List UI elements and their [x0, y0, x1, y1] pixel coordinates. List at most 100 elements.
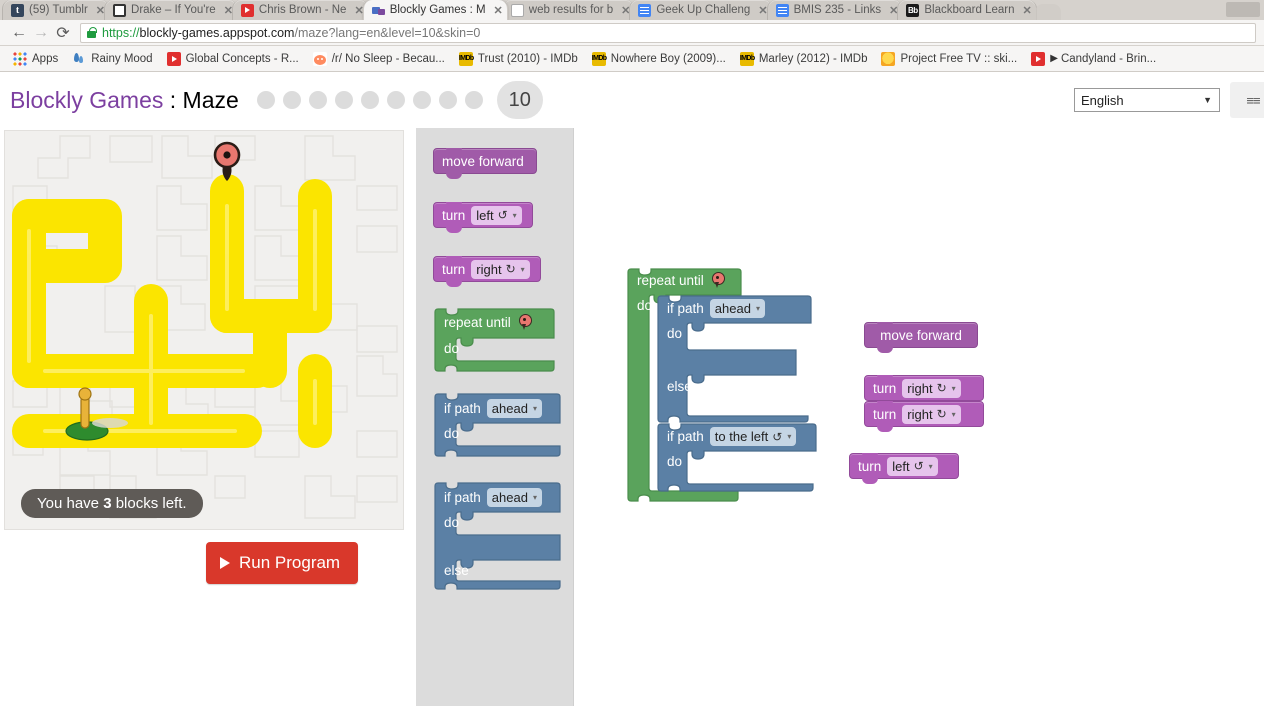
projectfreetv-icon	[881, 51, 896, 66]
bookmark-label: Project Free TV :: ski...	[900, 52, 1018, 65]
if-path-label: if path	[444, 490, 481, 505]
toolbox-block-move-forward[interactable]: move forward	[433, 148, 537, 179]
bookmark-item[interactable]: /r/ No Sleep - Becau...	[306, 51, 452, 66]
back-button[interactable]: ←	[8, 22, 30, 44]
direction-dropdown[interactable]: left ↺ ▾	[887, 456, 938, 476]
pin-icon	[711, 272, 725, 288]
reddit-icon	[312, 51, 327, 66]
condition-dropdown[interactable]: to the left ↺ ▾	[709, 427, 797, 446]
forward-button[interactable]: →	[30, 22, 52, 44]
direction-value: right	[476, 261, 502, 277]
blockly-toolbox-flyout[interactable]: move forward turn left ↺ ▾ turn right ↻ …	[416, 128, 574, 706]
workspace-block-turn-left[interactable]: turn left ↺ ▾	[849, 453, 959, 484]
condition-dropdown[interactable]: ahead ▾	[709, 299, 765, 318]
status-count: 3	[103, 495, 112, 512]
document-icon	[638, 3, 652, 17]
workspace-block-if-to-the-left[interactable]: if path to the left ↺ ▾ do	[656, 423, 821, 495]
toolbox-block-repeat-until[interactable]: repeat until do	[433, 308, 557, 376]
condition-value: ahead	[714, 301, 751, 316]
level-dot-4[interactable]	[334, 91, 353, 109]
toolbox-block-if-else[interactable]: if path ahead ▾ do else	[433, 482, 563, 590]
chevron-down-icon: ▾	[512, 210, 517, 220]
run-program-button[interactable]: Run Program	[206, 542, 359, 584]
browser-tab[interactable]: Drake – If You're ✕	[104, 0, 238, 20]
condition-dropdown[interactable]: ahead ▾	[486, 488, 542, 507]
workspace-block-turn-right-1[interactable]: turn right ↻ ▾	[864, 375, 984, 401]
tab-title: BMIS 235 - Links	[793, 4, 882, 16]
youtube-icon	[1031, 51, 1046, 66]
level-dot-3[interactable]	[308, 91, 327, 109]
blockly-workspace[interactable]: repeat until do if path ahead ▾ do else …	[574, 128, 1264, 704]
window-controls[interactable]	[1226, 2, 1260, 17]
bookmark-label: Marley (2012) - IMDb	[758, 52, 868, 65]
browser-tab-active[interactable]: Blockly Games : M ✕	[362, 0, 508, 20]
tab-title: Chris Brown - Ne	[258, 4, 347, 16]
browser-tab[interactable]: BMIS 235 - Links ✕	[766, 0, 904, 20]
bookmark-apps[interactable]: Apps	[6, 51, 65, 66]
direction-dropdown[interactable]: right ↻ ▾	[471, 259, 530, 279]
tab-title: Blockly Games : M	[389, 4, 486, 16]
level-dot-5[interactable]	[360, 91, 379, 109]
browser-tab[interactable]: Bb Blackboard Learn ✕	[897, 0, 1037, 20]
browser-tab[interactable]: web results for b ✕	[501, 0, 636, 20]
circle-icon	[113, 3, 127, 17]
browser-tab[interactable]: Geek Up Challeng ✕	[629, 0, 773, 20]
title-separator: :	[163, 86, 183, 113]
block-label: turn	[873, 380, 897, 396]
close-icon[interactable]: ✕	[1023, 4, 1032, 17]
toolbox-block-turn-right[interactable]: turn right ↻ ▾	[433, 256, 541, 287]
bookmark-item[interactable]: Rainy Mood	[65, 52, 159, 66]
rotate-cw-icon: ↻	[936, 407, 947, 421]
bookmark-label: Apps	[32, 52, 59, 65]
bookmark-item[interactable]: IMDb Marley (2012) - IMDb	[733, 51, 875, 66]
direction-dropdown[interactable]: right ↻ ▾	[902, 404, 961, 424]
workspace-block-if-else-ahead[interactable]: if path ahead ▾ do else	[656, 295, 816, 423]
direction-dropdown[interactable]: right ↻ ▾	[902, 378, 961, 398]
block-label: repeat until	[444, 314, 532, 330]
bookmark-item[interactable]: IMDb Nowhere Boy (2009)...	[585, 51, 733, 66]
block-label: if path ahead ▾	[667, 299, 765, 318]
tab-title: (59) Tumblr	[29, 4, 88, 16]
level-dot-1[interactable]	[256, 91, 275, 109]
close-icon[interactable]: ✕	[494, 4, 503, 17]
toolbox-block-turn-left[interactable]: turn left ↺ ▾	[433, 202, 533, 233]
maze-visualization: You have 3 blocks left.	[4, 130, 404, 530]
tab-title: Drake – If You're	[131, 4, 216, 16]
direction-value: right	[907, 406, 933, 422]
bookmark-item[interactable]: Global Concepts - R...	[160, 51, 306, 66]
bookmark-item[interactable]: Project Free TV :: ski...	[874, 51, 1024, 66]
do-label: do	[667, 326, 683, 341]
block-label: if path ahead ▾	[444, 488, 542, 507]
lock-icon	[87, 27, 97, 38]
workspace-block-turn-right-2[interactable]: turn right ↻ ▾	[864, 401, 984, 432]
language-select[interactable]: English ▼	[1074, 88, 1220, 112]
direction-dropdown[interactable]: left ↺ ▾	[471, 205, 522, 225]
rotate-cw-icon: ↻	[936, 381, 947, 395]
rotate-cw-icon: ↻	[505, 262, 516, 276]
level-dot-7[interactable]	[412, 91, 431, 109]
browser-tab[interactable]: t (59) Tumblr ✕	[2, 0, 111, 20]
address-bar[interactable]: https://blockly-games.appspot.com/maze?l…	[80, 22, 1256, 43]
url-host: blockly-games.appspot.com	[139, 25, 295, 40]
level-dot-6[interactable]	[386, 91, 405, 109]
workspace-block-move-forward[interactable]: move forward	[864, 322, 978, 353]
toolbox-block-if-path[interactable]: if path ahead ▾ do	[433, 393, 563, 461]
block-label: if path to the left ↺ ▾	[667, 427, 797, 446]
bookmark-item[interactable]: ▶ Candyland - Brin...	[1024, 51, 1163, 66]
condition-dropdown[interactable]: ahead ▾	[486, 399, 542, 418]
page-body: You have 3 blocks left. Run Program move…	[0, 128, 1264, 706]
youtube-icon	[240, 3, 254, 17]
title-page: Maze	[182, 86, 239, 113]
level-dot-9[interactable]	[464, 91, 483, 109]
block-label: turn	[442, 261, 466, 277]
browser-tab[interactable]: Chris Brown - Ne ✕	[231, 0, 369, 20]
reload-button[interactable]: ⟳	[52, 22, 74, 44]
rotate-ccw-icon: ↺	[772, 429, 783, 444]
direction-value: left	[476, 207, 494, 223]
level-dot-2[interactable]	[282, 91, 301, 109]
new-tab-button[interactable]	[1034, 4, 1061, 20]
chevron-down-icon: ▾	[951, 409, 956, 419]
show-code-button[interactable]: ≡≡	[1230, 82, 1264, 118]
bookmark-item[interactable]: IMDb Trust (2010) - IMDb	[452, 51, 585, 66]
level-dot-8[interactable]	[438, 91, 457, 109]
